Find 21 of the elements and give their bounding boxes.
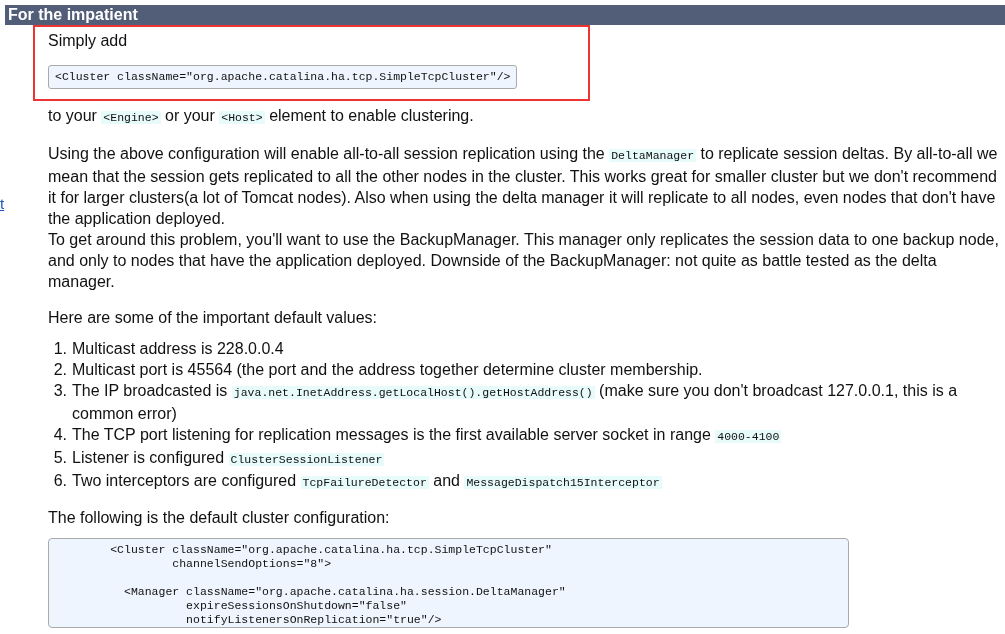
list-number: 6. bbox=[52, 471, 67, 491]
list-item-text: Listener is configured ClusterSessionListener bbox=[72, 448, 386, 468]
list-item-text: The IP broadcasted is java.net.InetAddress.getLocalHost().getHostAddress() (make sure you don't broadcast 127.0.0.1, this is a common error) bbox=[72, 381, 959, 424]
list-number: 3. bbox=[52, 381, 67, 401]
intro-text: Simply add bbox=[48, 31, 129, 51]
list-item-text: Two interceptors are configured TcpFailureDetector and MessageDispatch15Interceptor bbox=[72, 471, 663, 491]
list-item-text: Multicast address is 228.0.0.4 bbox=[72, 339, 285, 359]
paragraph: Using the above configuration will enable all-to-all session replication using the DeltaManager to replicate session deltas. By all-to-all we mean that the session gets replicated to all the other nodes in the cluster. This works great for smaller cluster but we don't recommend it for larger clusters(a lot of Tomcat nodes). Also when using the delta manager it will replicate to all nodes, even nodes that don't have the application deployed. To get around this problem, you'll want to use the BackupManager. This manager only replicates the session data to one backup node, and only to nodes that have the application deployed. Downside of the BackupManager: not quite as battle tested as the delta manager. bbox=[48, 144, 999, 292]
list-number: 5. bbox=[52, 448, 67, 468]
list-number: 2. bbox=[52, 360, 67, 380]
sidebar-link[interactable]: t bbox=[0, 193, 5, 216]
list-item-text: The TCP port listening for replication messages is the first available server socket in range 4000-4100 bbox=[72, 425, 783, 445]
paragraph: to your <Engine> or your <Host> element to enable clustering. bbox=[48, 106, 475, 126]
list-number: 4. bbox=[52, 425, 67, 445]
code-block: <Cluster className="org.apache.catalina.ha.tcp.SimpleTcpCluster" channelSendOptions="8"> <Manager className="org.apache.catalina.ha.session.DeltaManager" expireSessionsOnShutdown="false" notifyListenersOnReplication="true"/> bbox=[48, 538, 849, 628]
code-snippet: <Cluster className="org.apache.catalina.ha.tcp.SimpleTcpCluster"/> bbox=[48, 65, 518, 89]
list-item-text: Multicast port is 45564 (the port and the address together determine cluster membership. bbox=[72, 360, 704, 380]
section-header: For the impatient bbox=[5, 5, 1005, 25]
paragraph: Here are some of the important default values: bbox=[48, 308, 379, 328]
list-number: 1. bbox=[52, 339, 67, 359]
paragraph: The following is the default cluster configuration: bbox=[48, 508, 391, 528]
